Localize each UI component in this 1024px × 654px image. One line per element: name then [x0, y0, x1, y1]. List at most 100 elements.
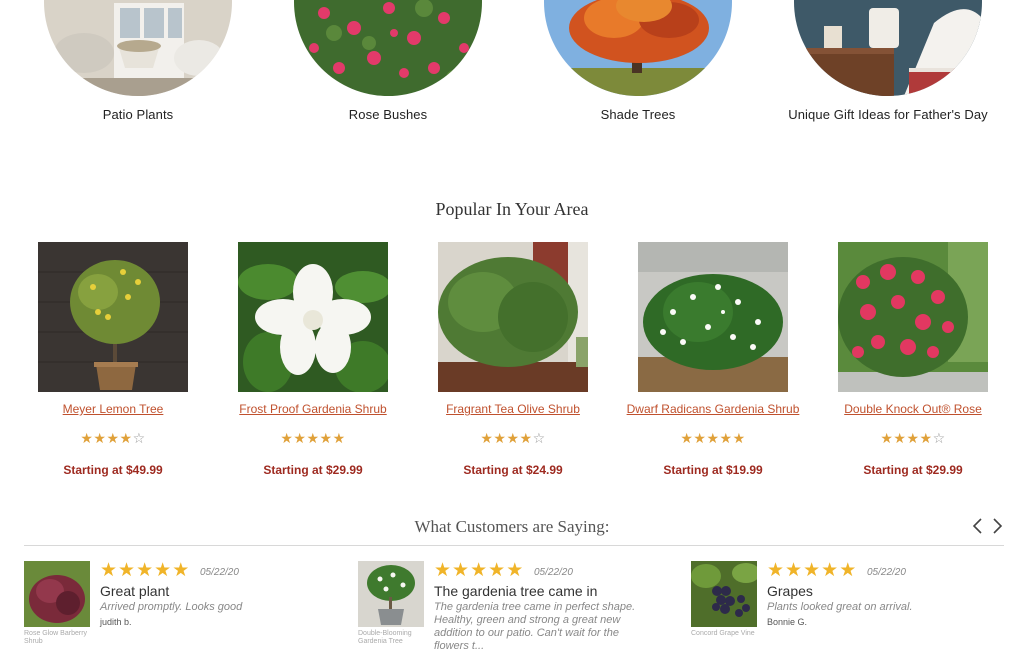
- star-icon: ★: [519, 430, 533, 446]
- star-icon: ★: [319, 430, 333, 446]
- star-icon: ★: [154, 560, 173, 581]
- product-price: Starting at $24.99: [463, 463, 563, 477]
- star-empty-icon: ☆: [132, 430, 146, 446]
- star-icon: ★: [839, 560, 858, 581]
- product-link[interactable]: Fragrant Tea Olive Shrub: [413, 402, 613, 416]
- star-icon: ★: [506, 430, 520, 446]
- star-icon: ★: [680, 430, 694, 446]
- review-carousel-controls: [970, 516, 1010, 536]
- review-plant-image[interactable]: [24, 561, 90, 627]
- star-icon: ★: [332, 430, 346, 446]
- star-icon: ★: [732, 430, 746, 446]
- star-icon: ★: [919, 430, 933, 446]
- review-plant-image[interactable]: [358, 561, 424, 627]
- reviews-section-title: What Customers are Saying:: [414, 517, 610, 536]
- review-plant-name[interactable]: Concord Grape Vine: [691, 630, 761, 638]
- product-image-dwarf-gardenia[interactable]: [638, 242, 788, 392]
- star-icon: ★: [880, 430, 894, 446]
- category-row: Patio Plants Rose Bushes Shade Trees Uni…: [0, 0, 1024, 130]
- star-icon: ★: [434, 560, 453, 581]
- review-title: Great plant: [100, 583, 170, 599]
- review-plant-image[interactable]: [691, 561, 757, 627]
- product-price: Starting at $29.99: [863, 463, 963, 477]
- star-icon: ★: [470, 560, 489, 581]
- review-date: 05/22/20: [534, 567, 573, 578]
- star-icon: ★: [803, 560, 822, 581]
- review-card: Concord Grape Vine ★★★★★ 05/22/20 Grapes…: [691, 561, 1011, 654]
- star-icon: ★: [293, 430, 307, 446]
- popular-section-title: Popular In Your Area: [435, 199, 589, 219]
- product-link[interactable]: Dwarf Radicans Gardenia Shrub: [613, 402, 813, 416]
- star-icon: ★: [488, 560, 507, 581]
- category-label[interactable]: Patio Plants: [13, 107, 263, 122]
- review-body: Arrived promptly. Looks good: [100, 601, 243, 613]
- star-icon: ★: [172, 560, 191, 581]
- review-author: Bonnie G.: [767, 617, 808, 627]
- chevron-left-icon[interactable]: [970, 516, 986, 536]
- product-image-tea-olive[interactable]: [438, 242, 588, 392]
- product-image-gardenia[interactable]: [238, 242, 388, 392]
- star-icon: ★: [106, 430, 120, 446]
- product-price: Starting at $49.99: [63, 463, 163, 477]
- star-empty-icon: ☆: [932, 430, 946, 446]
- review-rating: ★★★★★: [434, 561, 524, 581]
- review-date: 05/22/20: [200, 567, 239, 578]
- star-icon: ★: [480, 430, 494, 446]
- star-icon: ★: [706, 430, 720, 446]
- star-icon: ★: [785, 560, 804, 581]
- review-plant-name[interactable]: Rose Glow Barberry Shrub: [24, 630, 94, 646]
- product-card: Fragrant Tea Olive Shrub ★★★★☆ Starting …: [413, 242, 613, 477]
- star-icon: ★: [693, 430, 707, 446]
- product-price: Starting at $19.99: [663, 463, 763, 477]
- review-body: Plants looked great on arrival.: [767, 601, 913, 613]
- star-empty-icon: ☆: [532, 430, 546, 446]
- product-card: Double Knock Out® Rose ★★★★☆ Starting at…: [813, 242, 1013, 477]
- product-card: Frost Proof Gardenia Shrub ★★★★★ Startin…: [213, 242, 413, 477]
- review-date: 05/22/20: [867, 567, 906, 578]
- star-icon: ★: [306, 430, 320, 446]
- star-icon: ★: [452, 560, 471, 581]
- star-icon: ★: [821, 560, 840, 581]
- review-plant-name[interactable]: Double-Blooming Gardenia Tree: [358, 630, 428, 646]
- review-title: Grapes: [767, 583, 813, 599]
- review-rating: ★★★★★: [100, 561, 190, 581]
- star-icon: ★: [119, 430, 133, 446]
- star-icon: ★: [100, 560, 119, 581]
- category-image-gifts[interactable]: [794, 0, 982, 96]
- star-icon: ★: [93, 430, 107, 446]
- review-title: The gardenia tree came in: [434, 583, 598, 599]
- category-label[interactable]: Unique Gift Ideas for Father's Day: [763, 107, 1013, 122]
- star-icon: ★: [719, 430, 733, 446]
- product-link[interactable]: Frost Proof Gardenia Shrub: [213, 402, 413, 416]
- category-image-roses[interactable]: [294, 0, 482, 96]
- product-rating: ★★★★☆: [813, 430, 1013, 447]
- product-image-knock-out-rose[interactable]: [838, 242, 988, 392]
- review-body: The gardenia tree came in perfect shape.…: [434, 601, 636, 652]
- chevron-right-icon[interactable]: [989, 516, 1005, 536]
- product-link[interactable]: Meyer Lemon Tree: [13, 402, 213, 416]
- star-icon: ★: [136, 560, 155, 581]
- star-icon: ★: [893, 430, 907, 446]
- product-price: Starting at $29.99: [263, 463, 363, 477]
- review-card: Rose Glow Barberry Shrub ★★★★★ 05/22/20 …: [24, 561, 344, 654]
- category-label[interactable]: Rose Bushes: [263, 107, 513, 122]
- category-image-patio[interactable]: [44, 0, 232, 96]
- product-rating: ★★★★☆: [413, 430, 613, 447]
- product-link[interactable]: Double Knock Out® Rose: [813, 402, 1013, 416]
- product-rating: ★★★★☆: [13, 430, 213, 447]
- category-label[interactable]: Shade Trees: [513, 107, 763, 122]
- star-icon: ★: [80, 430, 94, 446]
- divider: [24, 545, 1004, 546]
- star-icon: ★: [118, 560, 137, 581]
- star-icon: ★: [906, 430, 920, 446]
- star-icon: ★: [280, 430, 294, 446]
- product-rating: ★★★★★: [213, 430, 413, 447]
- review-card: Double-Blooming Gardenia Tree ★★★★★ 05/2…: [358, 561, 678, 654]
- category-image-trees[interactable]: [544, 0, 732, 96]
- product-rating: ★★★★★: [613, 430, 813, 447]
- review-author: judith b.: [100, 617, 132, 627]
- star-icon: ★: [493, 430, 507, 446]
- star-icon: ★: [767, 560, 786, 581]
- product-card: Dwarf Radicans Gardenia Shrub ★★★★★ Star…: [613, 242, 813, 477]
- product-image-meyer-lemon[interactable]: [38, 242, 188, 392]
